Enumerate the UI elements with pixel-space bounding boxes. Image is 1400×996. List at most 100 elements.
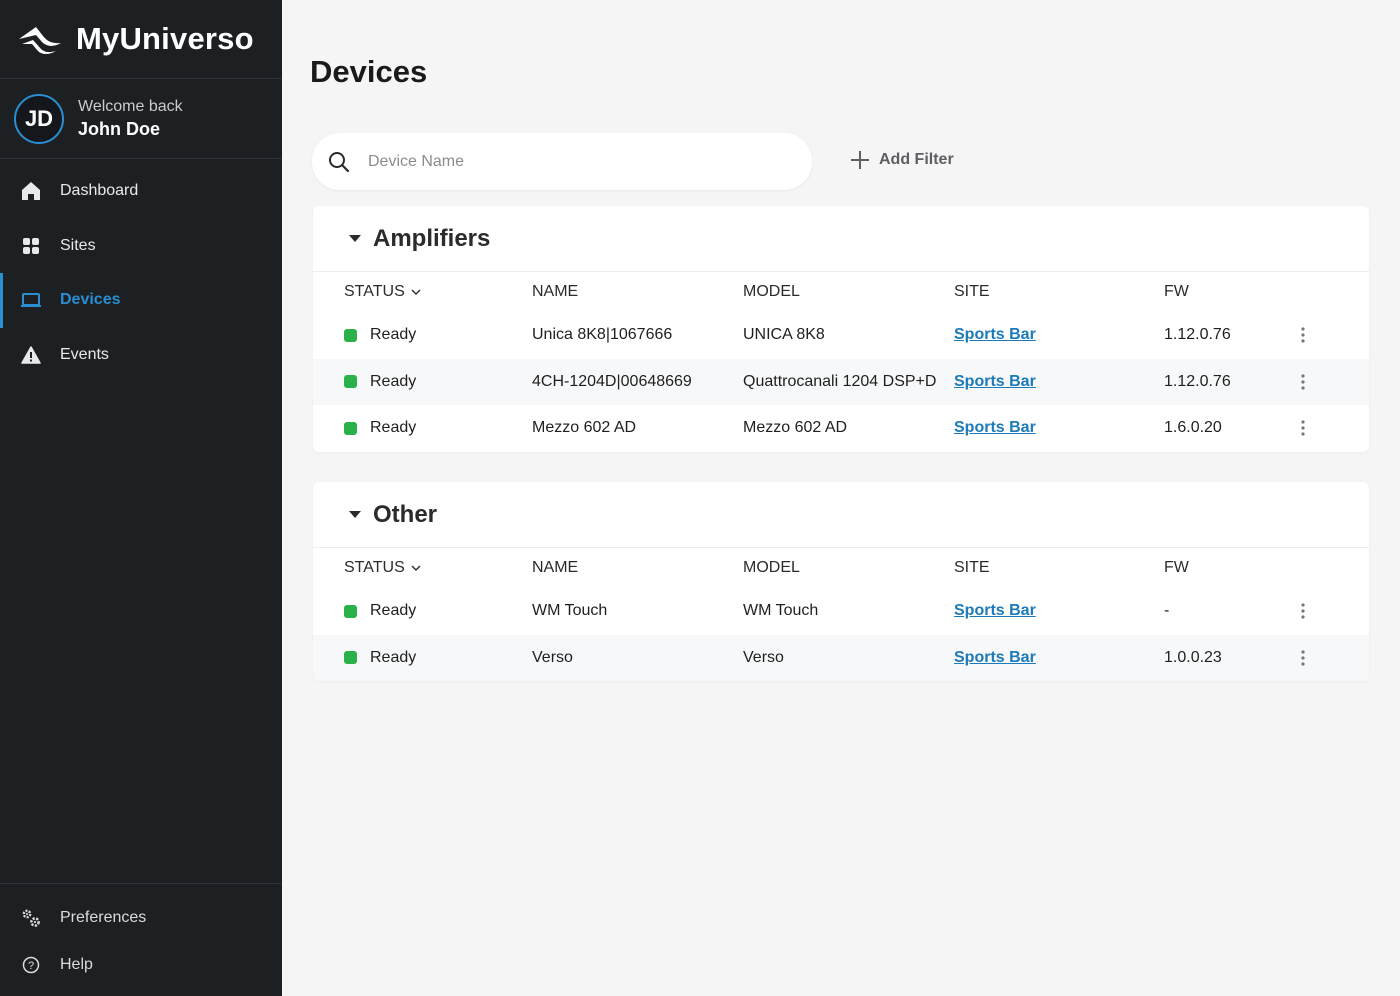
user-name: John Doe bbox=[78, 118, 161, 139]
table-row[interactable]: Ready Mezzo 602 AD Mezzo 602 AD Sports B… bbox=[313, 405, 1369, 452]
column-model: MODEL bbox=[743, 283, 800, 300]
nav-item-help[interactable]: ? Help bbox=[0, 941, 282, 988]
table-header: STATUS NAME MODEL SITE FW bbox=[313, 272, 1369, 312]
status-text: Ready bbox=[370, 648, 417, 666]
device-model: Mezzo 602 AD bbox=[743, 419, 848, 437]
more-options-icon[interactable] bbox=[1291, 370, 1315, 394]
device-name: 4CH-1204D|00648669 bbox=[532, 372, 692, 390]
status-indicator bbox=[344, 604, 357, 618]
add-filter-label: Add Filter bbox=[879, 151, 954, 168]
user-profile[interactable]: JD Welcome back John Doe bbox=[0, 79, 282, 159]
status-text: Ready bbox=[370, 372, 417, 390]
device-model: Quattrocanali 1204 DSP+D bbox=[743, 372, 937, 390]
site-link[interactable]: Sports Bar bbox=[954, 649, 1036, 667]
nav-item-events[interactable]: Events bbox=[0, 328, 282, 383]
status-indicator bbox=[344, 375, 357, 389]
nav-label: Events bbox=[60, 345, 109, 363]
main-nav: Dashboard Sites Devices Events bbox=[0, 164, 282, 382]
sidebar: MyUniverso JD Welcome back John Doe Dash… bbox=[0, 0, 282, 996]
table-row[interactable]: Ready WM Touch WM Touch Sports Bar - bbox=[313, 588, 1369, 635]
brand[interactable]: MyUniverso bbox=[0, 0, 282, 79]
device-model: WM Touch bbox=[743, 602, 819, 620]
status-text: Ready bbox=[370, 419, 417, 437]
column-model: MODEL bbox=[743, 559, 800, 576]
more-options-icon[interactable] bbox=[1291, 599, 1315, 623]
nav-label: Sites bbox=[60, 236, 96, 254]
site-link[interactable]: Sports Bar bbox=[954, 602, 1036, 620]
chevron-down-icon bbox=[411, 289, 421, 295]
sort-status-button[interactable]: STATUS bbox=[344, 559, 421, 577]
table-row[interactable]: Ready Verso Verso Sports Bar 1.0.0.23 bbox=[313, 634, 1369, 681]
help-icon: ? bbox=[20, 954, 42, 976]
status-text: Ready bbox=[370, 602, 417, 620]
chevron-down-icon bbox=[411, 565, 421, 571]
table-header: STATUS NAME MODEL SITE FW bbox=[313, 548, 1369, 588]
caret-down-icon bbox=[349, 511, 361, 518]
nav-label: Preferences bbox=[60, 908, 147, 926]
column-fw: FW bbox=[1164, 283, 1189, 300]
device-name: Unica 8K8|1067666 bbox=[532, 326, 673, 344]
more-options-icon[interactable] bbox=[1291, 323, 1315, 347]
nav-label: Dashboard bbox=[60, 182, 139, 200]
device-group-amplifiers: Amplifiers STATUS NAME MODEL SITE FW Rea… bbox=[313, 206, 1369, 452]
sidebar-footer: Preferences ? Help bbox=[0, 883, 282, 988]
search-bar[interactable] bbox=[312, 133, 812, 190]
nav-label: Help bbox=[60, 955, 93, 973]
device-model: UNICA 8K8 bbox=[743, 326, 825, 344]
welcome-text: Welcome back bbox=[78, 97, 183, 115]
device-fw: 1.6.0.20 bbox=[1164, 419, 1222, 437]
site-link[interactable]: Sports Bar bbox=[954, 373, 1036, 391]
group-title: Other bbox=[373, 500, 438, 528]
status-indicator bbox=[344, 328, 357, 342]
group-title: Amplifiers bbox=[373, 224, 491, 252]
device-fw: 1.0.0.23 bbox=[1164, 648, 1222, 666]
add-filter-button[interactable]: Add Filter bbox=[850, 150, 954, 170]
status-indicator bbox=[344, 651, 357, 665]
page-title: Devices bbox=[310, 54, 428, 89]
column-status: STATUS bbox=[344, 283, 405, 300]
column-name: NAME bbox=[532, 559, 579, 576]
grid-icon bbox=[20, 235, 42, 257]
plus-icon bbox=[851, 151, 869, 169]
device-fw: 1.12.0.76 bbox=[1164, 326, 1231, 344]
column-name: NAME bbox=[532, 283, 579, 300]
device-icon bbox=[20, 289, 42, 311]
search-input[interactable] bbox=[368, 152, 748, 171]
column-site: SITE bbox=[954, 283, 990, 300]
device-fw: - bbox=[1164, 602, 1170, 620]
app-name: MyUniverso bbox=[76, 21, 254, 56]
site-link[interactable]: Sports Bar bbox=[954, 326, 1036, 344]
nav-item-dashboard[interactable]: Dashboard bbox=[0, 164, 282, 219]
column-site: SITE bbox=[954, 559, 990, 576]
status-text: Ready bbox=[370, 326, 417, 344]
main-content: Devices Add Filter Amplifiers STATUS NAM… bbox=[282, 0, 1400, 996]
home-icon bbox=[20, 180, 42, 202]
group-toggle[interactable]: Other bbox=[313, 482, 1369, 548]
site-link[interactable]: Sports Bar bbox=[954, 419, 1036, 437]
device-name: Mezzo 602 AD bbox=[532, 419, 637, 437]
device-fw: 1.12.0.76 bbox=[1164, 372, 1231, 390]
table-row[interactable]: Ready Unica 8K8|1067666 UNICA 8K8 Sports… bbox=[313, 312, 1369, 359]
avatar: JD bbox=[14, 93, 64, 144]
gears-icon bbox=[20, 907, 42, 929]
column-status: STATUS bbox=[344, 559, 405, 576]
sort-status-button[interactable]: STATUS bbox=[344, 283, 421, 301]
warning-icon bbox=[20, 344, 42, 366]
nav-item-devices[interactable]: Devices bbox=[0, 273, 282, 328]
nav-item-sites[interactable]: Sites bbox=[0, 219, 282, 274]
search-icon bbox=[329, 151, 350, 172]
table-row[interactable]: Ready 4CH-1204D|00648669 Quattrocanali 1… bbox=[313, 358, 1369, 405]
device-name: WM Touch bbox=[532, 602, 608, 620]
device-name: Verso bbox=[532, 648, 573, 666]
more-options-icon[interactable] bbox=[1291, 416, 1315, 440]
device-group-other: Other STATUS NAME MODEL SITE FW Ready WM… bbox=[313, 482, 1369, 681]
column-fw: FW bbox=[1164, 559, 1189, 576]
nav-item-preferences[interactable]: Preferences bbox=[0, 894, 282, 941]
more-options-icon[interactable] bbox=[1291, 646, 1315, 670]
svg-text:?: ? bbox=[28, 960, 34, 972]
nav-label: Devices bbox=[60, 291, 121, 309]
universo-logo-icon bbox=[19, 27, 61, 54]
status-indicator bbox=[344, 421, 357, 435]
caret-down-icon bbox=[349, 235, 361, 242]
group-toggle[interactable]: Amplifiers bbox=[313, 206, 1369, 272]
